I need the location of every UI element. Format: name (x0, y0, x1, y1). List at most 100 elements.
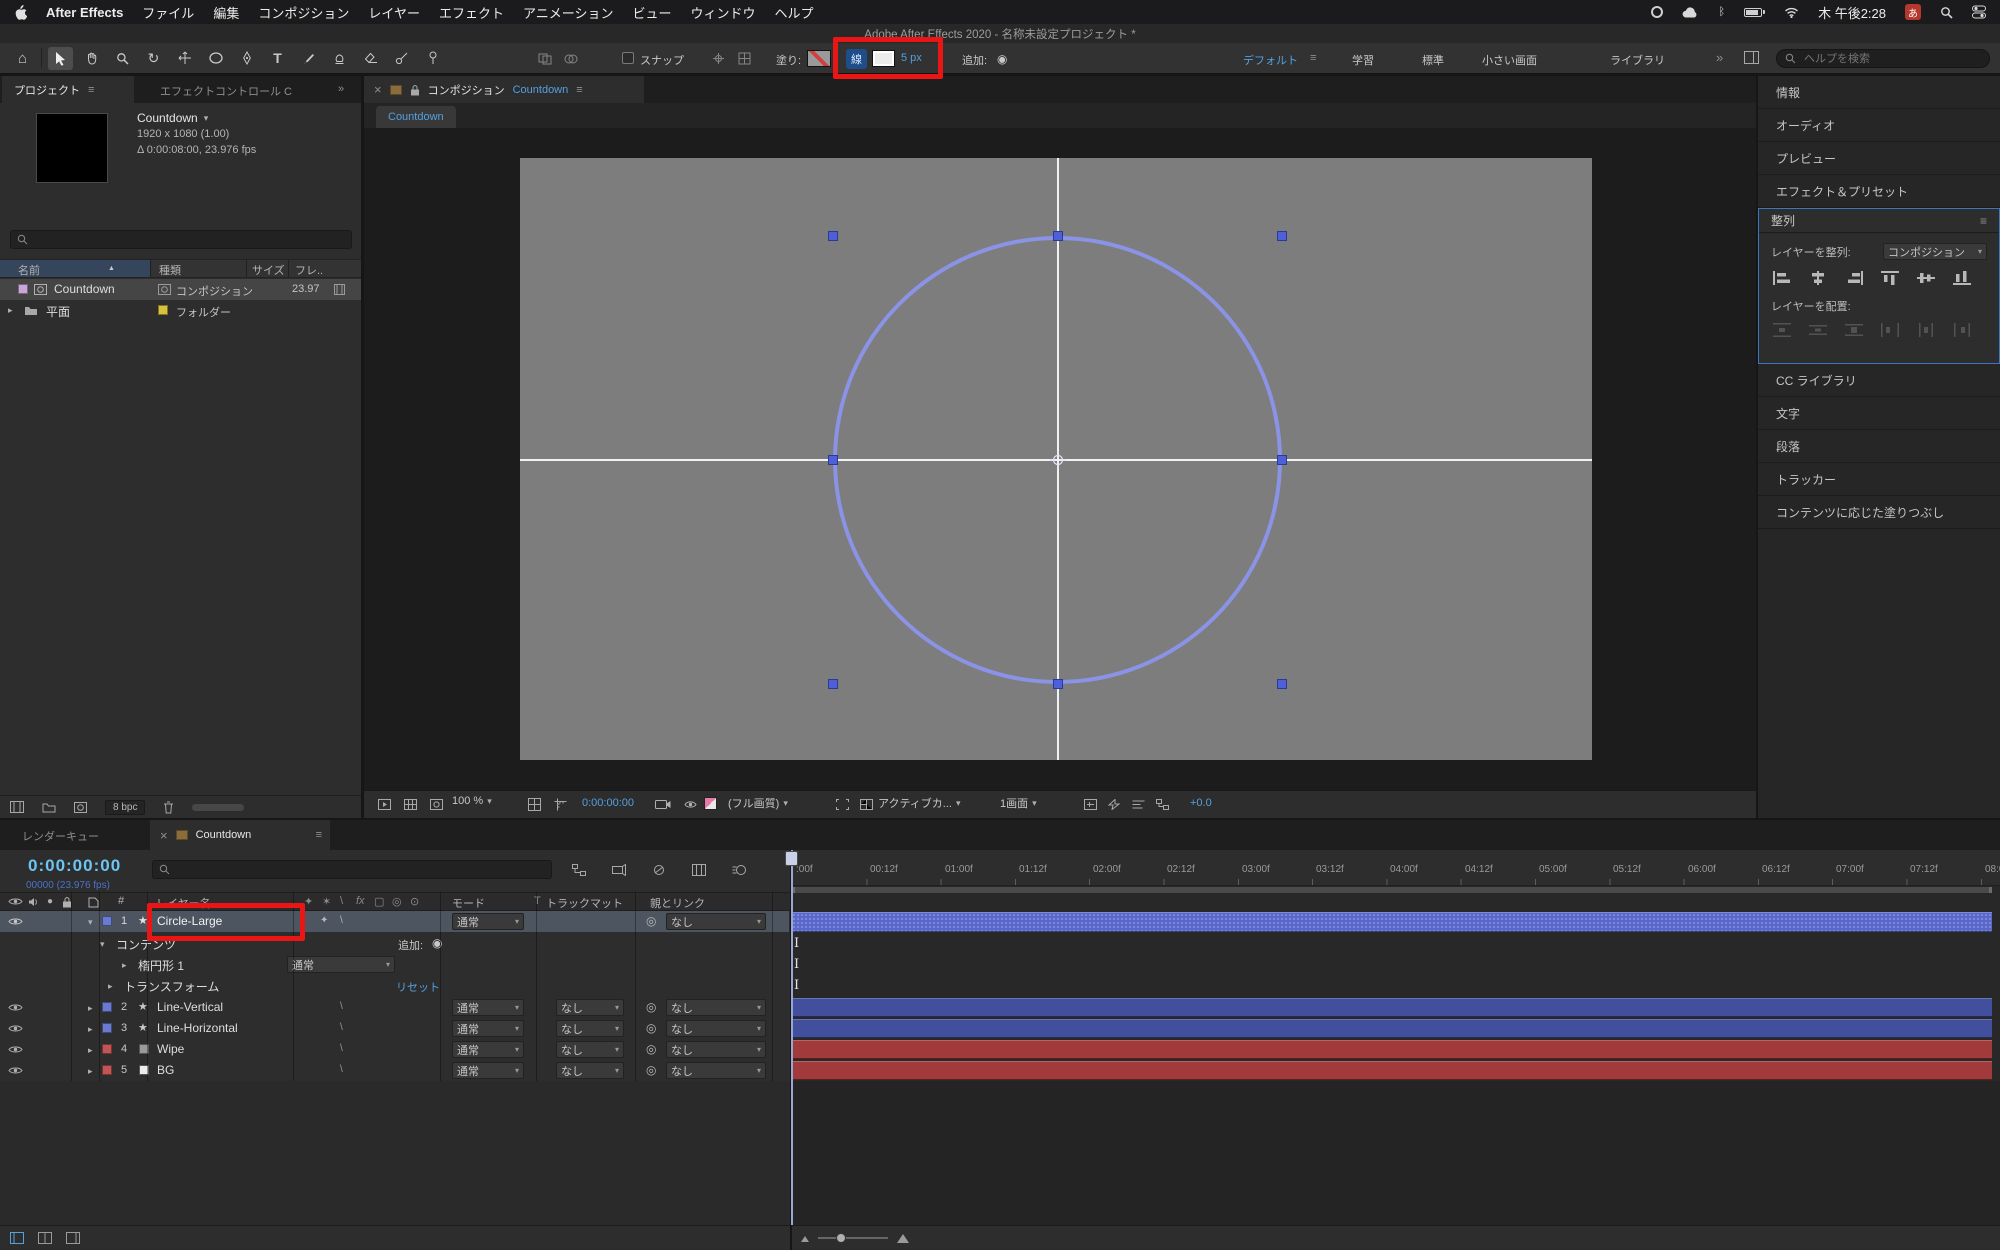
fill-label[interactable]: 塗り: (776, 52, 801, 68)
timeline-button-icon[interactable] (1126, 793, 1151, 816)
pan-behind-tool-icon[interactable] (172, 47, 197, 70)
tab-effect-controls[interactable]: エフェクトコントロール C (160, 83, 292, 99)
region-of-interest-icon[interactable] (830, 793, 855, 816)
property-row-ellipse[interactable]: ▸ 楕円形 1 通常 ▾ (0, 954, 789, 975)
selection-handle[interactable] (1053, 679, 1063, 689)
layer-color-chip[interactable] (102, 1065, 112, 1075)
layer-bar-line-horizontal[interactable] (792, 1019, 1992, 1038)
workspace-menu-icon[interactable]: ≡ (1310, 52, 1316, 64)
apple-menu-icon[interactable] (14, 4, 27, 20)
column-header-frame[interactable]: フレ.. (295, 262, 323, 278)
pickwhip-icon[interactable]: ◎ (646, 1021, 656, 1035)
snap-option-icon-1[interactable] (706, 47, 731, 70)
panel-menu-icon[interactable]: ≡ (1980, 214, 1987, 228)
exposure-value[interactable]: +0.0 (1190, 797, 1212, 809)
mode-column[interactable]: モード (452, 895, 485, 911)
rotation-tool-icon[interactable]: ↻ (141, 47, 166, 70)
column-header-size[interactable]: サイズ (252, 262, 285, 278)
trash-icon[interactable] (163, 801, 174, 814)
anchor-point-icon[interactable] (1049, 451, 1067, 469)
pickwhip-icon[interactable]: ◎ (646, 1042, 656, 1056)
help-search-input[interactable] (1802, 51, 1952, 66)
channel-display-icon[interactable] (704, 797, 717, 810)
layer-row-bg[interactable]: ▸ 5 BG \ 通常 ▾ なし ▾ ◎ なし ▾ (0, 1060, 789, 1081)
help-search-field[interactable] (1776, 49, 1990, 68)
workspace-overflow-chevron[interactable]: » (1716, 50, 1723, 65)
distribute-bottom-button[interactable] (1841, 320, 1867, 340)
always-preview-icon[interactable] (372, 793, 397, 816)
rulers-icon[interactable] (548, 793, 573, 816)
track-matte-dropdown[interactable]: なし ▾ (556, 1062, 624, 1079)
close-icon[interactable]: × (374, 82, 382, 97)
project-comp-name[interactable]: Countdown (137, 110, 198, 126)
panel-tab-content-aware-fill[interactable]: コンテンツに応じた塗りつぶし (1758, 496, 2000, 529)
control-center-icon[interactable] (1972, 5, 1986, 19)
column-header-type[interactable]: 種類 (159, 262, 181, 278)
brush-tool-icon[interactable] (296, 47, 321, 70)
magnification-grid-icon[interactable] (398, 793, 423, 816)
transform-group-name[interactable]: トランスフォーム (124, 978, 219, 995)
snap-option-icon-2[interactable] (732, 47, 757, 70)
menu-layer[interactable]: レイヤー (368, 3, 420, 22)
mask-visibility-icon[interactable] (424, 793, 449, 816)
quality-switch[interactable]: \ (340, 1064, 343, 1075)
motion-blur-icon[interactable] (726, 858, 751, 881)
selection-handle[interactable] (1277, 231, 1287, 241)
track-matte-column[interactable]: トラックマット (546, 895, 623, 911)
quality-switch[interactable]: \ (340, 1001, 343, 1012)
property-marker[interactable]: I (794, 936, 799, 951)
pickwhip-icon[interactable]: ◎ (646, 914, 656, 928)
blend-mode-dropdown[interactable]: 通常 ▾ (452, 999, 524, 1016)
distribute-h-center-button[interactable] (1913, 320, 1939, 340)
grid-guides-icon[interactable] (522, 793, 547, 816)
menu-file[interactable]: ファイル (142, 3, 194, 22)
project-search-field[interactable] (10, 230, 352, 249)
snap-checkbox[interactable] (622, 52, 634, 64)
blend-mode-dropdown[interactable]: 通常 ▾ (452, 1020, 524, 1037)
selection-tool-icon[interactable] (48, 46, 73, 70)
menu-view[interactable]: ビュー (632, 3, 671, 22)
track-matte-dropdown[interactable]: なし ▾ (556, 1020, 624, 1037)
blend-mode-dropdown[interactable]: 通常 ▾ (452, 1041, 524, 1058)
draft-3d-icon[interactable] (606, 858, 631, 881)
fill-swatch[interactable] (807, 50, 831, 67)
expand-layer-switches-icon[interactable] (10, 1232, 24, 1244)
layer-bar-circle-large[interactable] (792, 912, 1992, 932)
parent-dropdown[interactable]: なし ▾ (666, 999, 766, 1016)
hand-tool-icon[interactable] (79, 47, 104, 70)
layer-name[interactable]: Line-Horizontal (157, 1021, 238, 1035)
eye-icon[interactable] (8, 1003, 23, 1012)
new-folder-icon[interactable] (42, 802, 56, 813)
close-icon[interactable]: × (160, 828, 168, 843)
align-top-button[interactable] (1877, 268, 1903, 288)
resolution-dropdown[interactable]: (フル画質) ▾ (728, 795, 788, 811)
input-source-icon[interactable]: あ (1905, 4, 1921, 20)
home-icon[interactable]: ⌂ (10, 47, 35, 70)
playhead-line[interactable] (791, 850, 793, 1225)
eye-icon[interactable] (8, 1045, 23, 1054)
label-color-chip[interactable] (18, 284, 28, 294)
panel-menu-icon[interactable]: ≡ (88, 84, 94, 96)
expander-icon[interactable]: ▸ (88, 1066, 93, 1077)
expand-transfer-controls-icon[interactable] (38, 1232, 52, 1244)
eye-icon[interactable] (8, 917, 23, 926)
zoom-out-small-icon[interactable] (800, 1234, 810, 1243)
mask-option-icon-1[interactable] (532, 47, 557, 70)
new-composition-icon[interactable] (74, 801, 87, 813)
panel-tab-preview[interactable]: プレビュー (1758, 142, 2000, 175)
pickwhip-icon[interactable]: ◎ (646, 1000, 656, 1014)
tab-timeline-countdown[interactable]: × Countdown ≡ (150, 820, 330, 850)
pickwhip-icon[interactable]: ◎ (646, 1063, 656, 1077)
distribute-v-center-button[interactable] (1805, 320, 1831, 340)
bit-depth-button[interactable]: 8 bpc (105, 799, 146, 815)
composition-mini-flowchart-icon[interactable] (566, 858, 591, 881)
viewer-subtab-countdown[interactable]: Countdown (376, 106, 456, 128)
workspace-learn[interactable]: 学習 (1352, 52, 1374, 68)
roto-brush-tool-icon[interactable] (389, 47, 414, 70)
parent-dropdown[interactable]: なし ▾ (666, 913, 766, 930)
clone-stamp-tool-icon[interactable] (327, 47, 352, 70)
column-header-name[interactable]: 名前 (18, 262, 40, 278)
layer-color-chip[interactable] (102, 1023, 112, 1033)
expand-in-out-icon[interactable] (66, 1232, 80, 1244)
menu-animation[interactable]: アニメーション (523, 3, 613, 22)
